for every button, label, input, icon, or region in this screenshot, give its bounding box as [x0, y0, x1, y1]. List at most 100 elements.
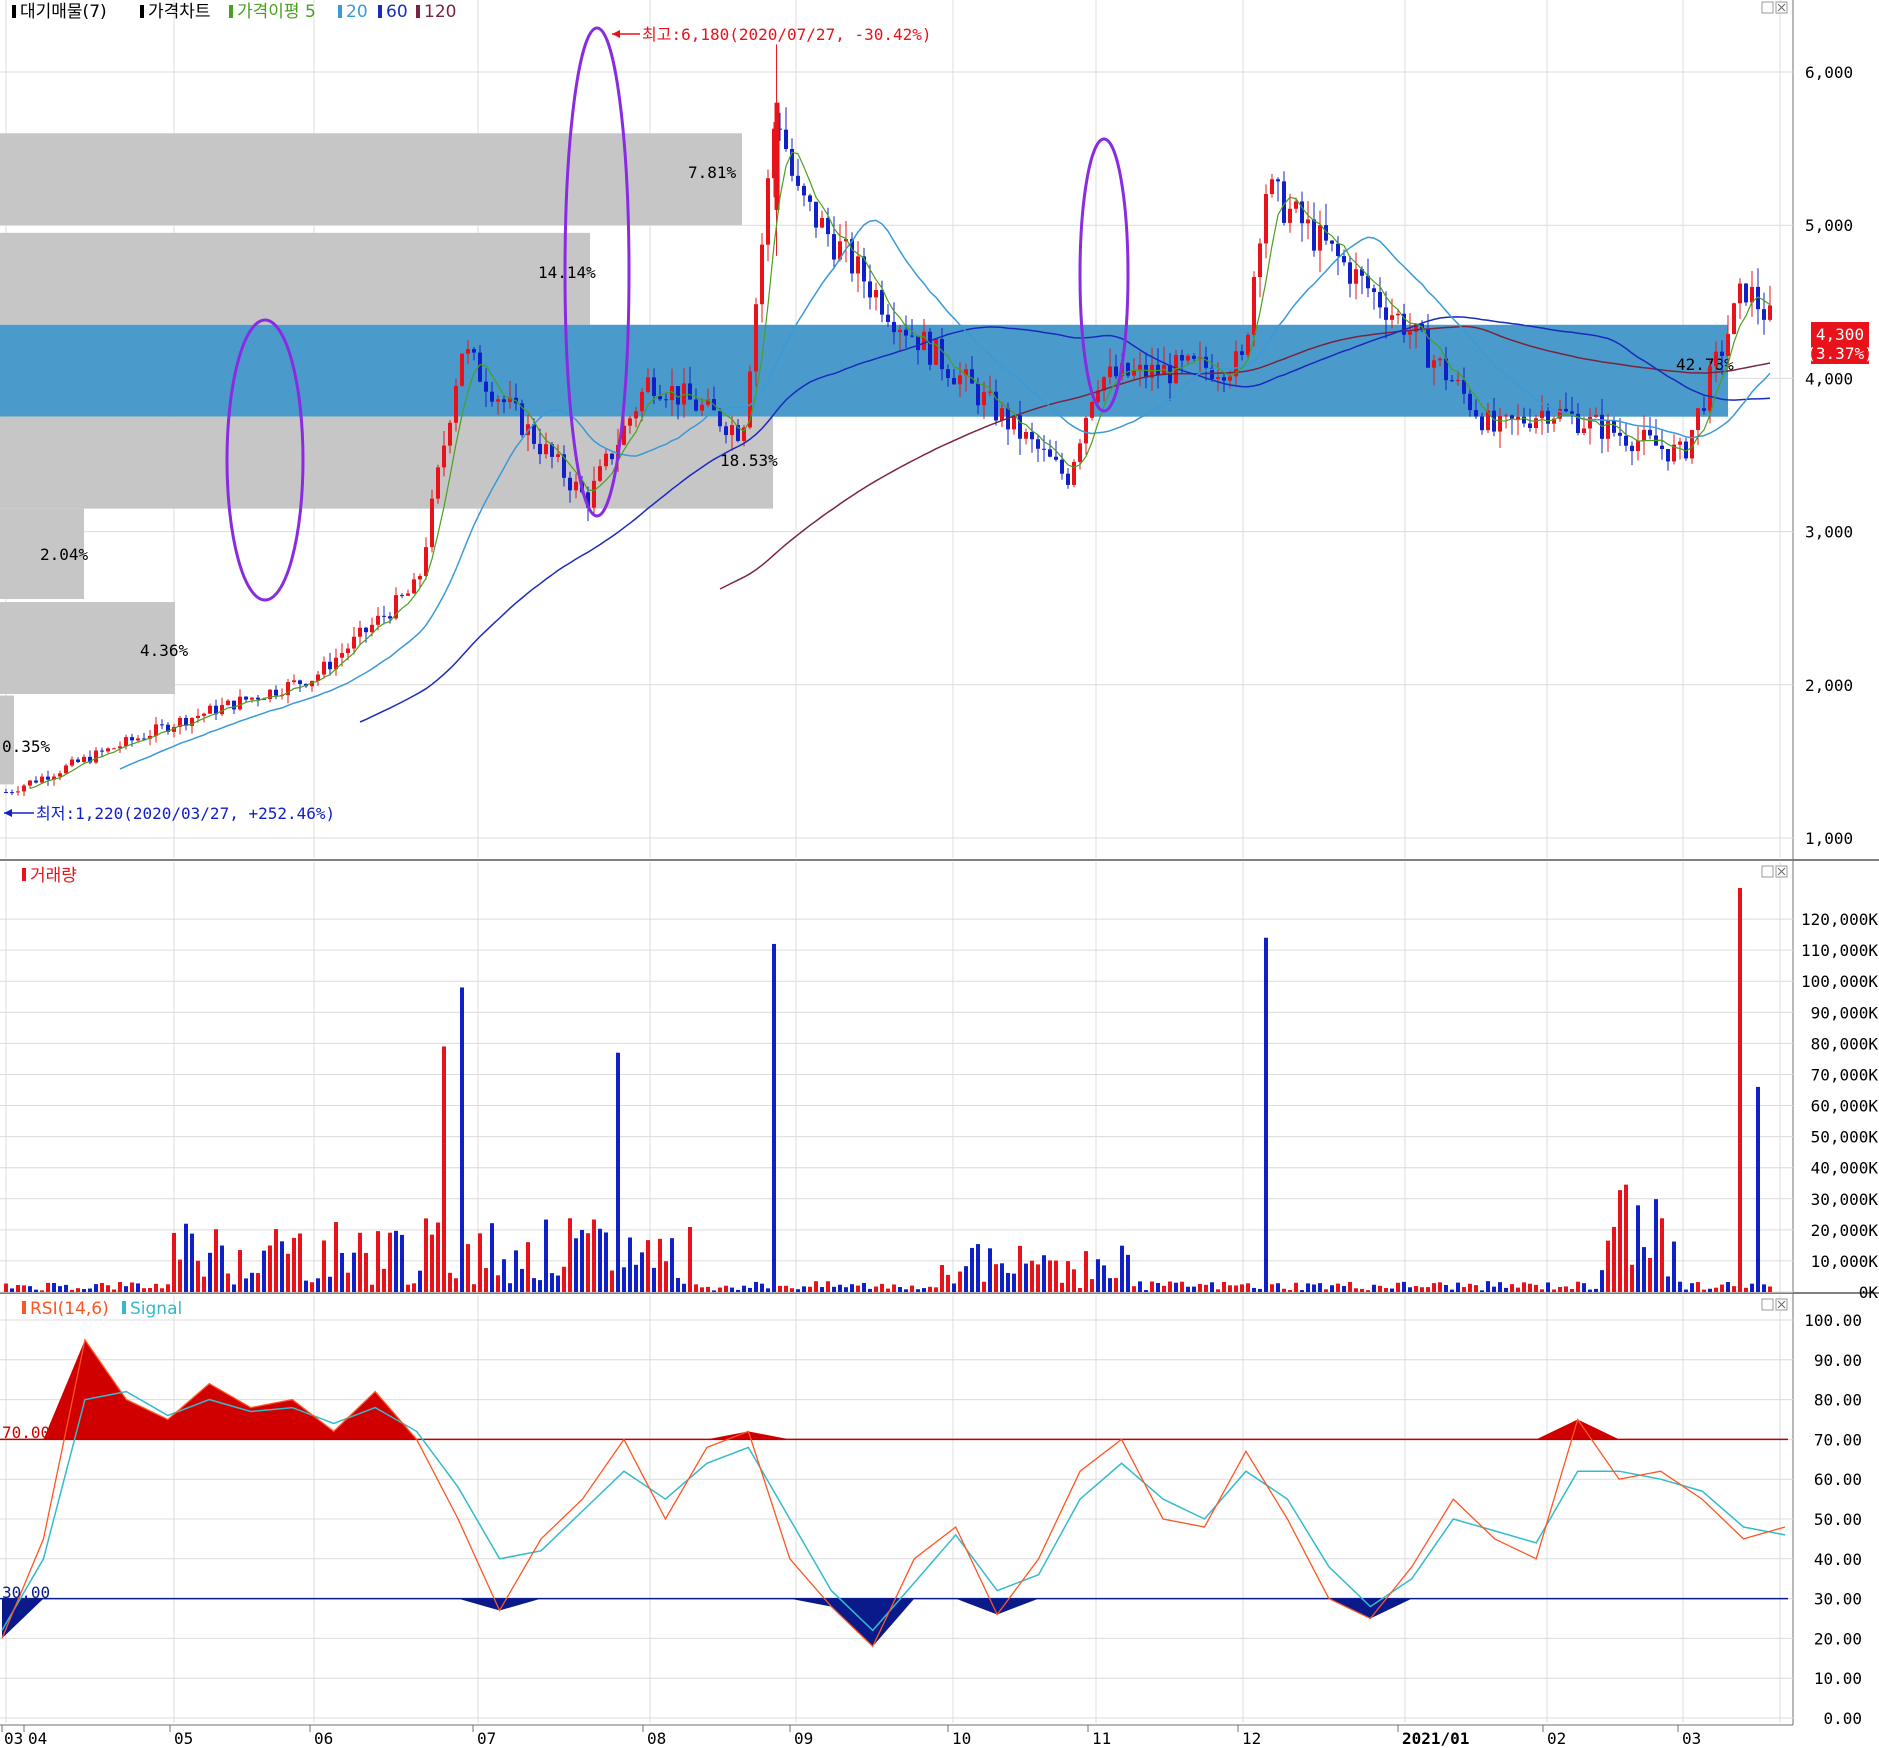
volume-bar	[634, 1264, 638, 1292]
candle-body	[64, 765, 68, 774]
candle-body	[1246, 334, 1250, 355]
x-tick-label: 10	[952, 1729, 971, 1748]
rsi-pane[interactable]: RSI(14,6) Signal 70.00 30.00 0.00 10.00 20…	[0, 1295, 1862, 1728]
candle-body	[1702, 408, 1706, 411]
volume-bar	[1660, 1218, 1664, 1292]
current-price: 4,300	[1816, 325, 1864, 344]
candle-body	[766, 178, 770, 245]
candle-body	[28, 780, 32, 786]
volume-bar	[484, 1268, 488, 1292]
volume-bar	[724, 1285, 728, 1292]
volume-bar	[202, 1276, 206, 1292]
volume-bar	[1510, 1284, 1514, 1292]
candle-body	[1060, 459, 1064, 474]
candle-body	[112, 748, 116, 750]
candle-body	[1714, 351, 1718, 367]
volume-bar	[10, 1288, 14, 1292]
volume-bar	[1150, 1281, 1154, 1292]
candle-body	[484, 381, 488, 392]
price-tick-label: 5,000	[1805, 216, 1853, 235]
volume-bar	[1186, 1286, 1190, 1292]
candle-body	[718, 410, 722, 427]
volume-bar	[1006, 1272, 1010, 1292]
volume-bar	[604, 1232, 608, 1292]
volume-bar	[1678, 1281, 1682, 1292]
volume-bar	[676, 1277, 680, 1292]
volume-bar	[1546, 1282, 1550, 1292]
volume-bar	[1450, 1289, 1454, 1292]
price-pane-controls[interactable]	[1761, 1, 1788, 14]
volume-bar	[1342, 1285, 1346, 1292]
volume-bar	[646, 1240, 650, 1292]
zone-percent-label: 18.53%	[720, 451, 778, 470]
volume-bar	[1750, 1283, 1754, 1292]
volume-bars	[4, 888, 1772, 1292]
candle-body	[1252, 277, 1256, 335]
candle-body	[934, 339, 938, 365]
legend-ma120: 120	[424, 2, 456, 22]
volume-bar	[1174, 1282, 1178, 1292]
candle-body	[160, 724, 164, 726]
candle-body	[1450, 380, 1454, 382]
volume-bar	[274, 1229, 278, 1292]
volume-bar	[370, 1284, 374, 1292]
minimize-icon[interactable]	[1761, 1298, 1774, 1311]
volume-tick-label: 110,000K	[1801, 941, 1878, 960]
volume-bar	[976, 1244, 980, 1292]
candle-body	[892, 321, 896, 333]
volume-bar	[1090, 1279, 1094, 1292]
volume-bar	[4, 1283, 8, 1292]
volume-bar	[922, 1288, 926, 1292]
volume-bar	[1066, 1261, 1070, 1292]
candle-body	[1036, 439, 1040, 449]
candle-body	[856, 256, 860, 274]
candle-body	[898, 329, 902, 333]
volume-bar	[1096, 1259, 1100, 1292]
volume-bar	[1372, 1284, 1376, 1292]
candle-body	[796, 175, 800, 186]
volume-grid	[0, 862, 1793, 1293]
candle-body	[502, 399, 506, 403]
volume-bar	[1420, 1287, 1424, 1292]
volume-bar	[1366, 1290, 1370, 1292]
volume-bar	[1246, 1283, 1250, 1292]
volume-bar	[1072, 1269, 1076, 1292]
volume-bar	[916, 1289, 920, 1292]
candle-body	[598, 466, 602, 481]
volume-bar	[82, 1289, 86, 1292]
minimize-icon[interactable]	[1761, 865, 1774, 878]
candle-body	[1468, 393, 1472, 411]
volume-bar	[1324, 1289, 1328, 1292]
volume-bar	[832, 1286, 836, 1292]
volume-bar	[1018, 1245, 1022, 1292]
candle-body	[1276, 179, 1280, 182]
x-tick-label: 09	[794, 1729, 813, 1748]
volume-tick-label: 0K	[1859, 1283, 1879, 1302]
legend-signal: Signal	[130, 1299, 182, 1319]
volume-bar	[940, 1265, 944, 1292]
x-axis: 03 04 05 06 07 08 09 10 11 12 2021/01 02 03	[1, 1725, 1701, 1748]
volume-bar	[148, 1287, 152, 1292]
candle-body	[1072, 461, 1076, 485]
price-pane[interactable]: 0.35%4.36%2.04%18.53%14.14%7.81%42.78% 최…	[0, 0, 1874, 858]
candle-body	[592, 480, 596, 508]
candle-body	[1564, 408, 1568, 412]
minimize-icon[interactable]	[1761, 1, 1774, 14]
volume-bar	[250, 1272, 254, 1292]
volume-pane[interactable]: 거래량 0K 10,000K 20,000K 30,000K 40,000K 50,000…	[0, 862, 1878, 1302]
candle-body	[1186, 355, 1190, 361]
volume-pane-controls[interactable]	[1761, 865, 1788, 878]
candle-body	[1432, 360, 1436, 368]
volume-bar	[1036, 1264, 1040, 1292]
candle-body	[292, 680, 296, 683]
rsi-tick-label: 30.00	[1814, 1590, 1862, 1609]
rsi-pane-controls[interactable]	[1761, 1298, 1788, 1311]
candle-body	[1744, 283, 1748, 303]
volume-bar	[160, 1288, 164, 1292]
candle-body	[682, 383, 686, 405]
candle-body	[1534, 418, 1538, 429]
candle-body	[568, 477, 572, 491]
volume-bar	[664, 1261, 668, 1292]
candle-body	[946, 369, 950, 378]
volume-bar	[52, 1282, 56, 1292]
